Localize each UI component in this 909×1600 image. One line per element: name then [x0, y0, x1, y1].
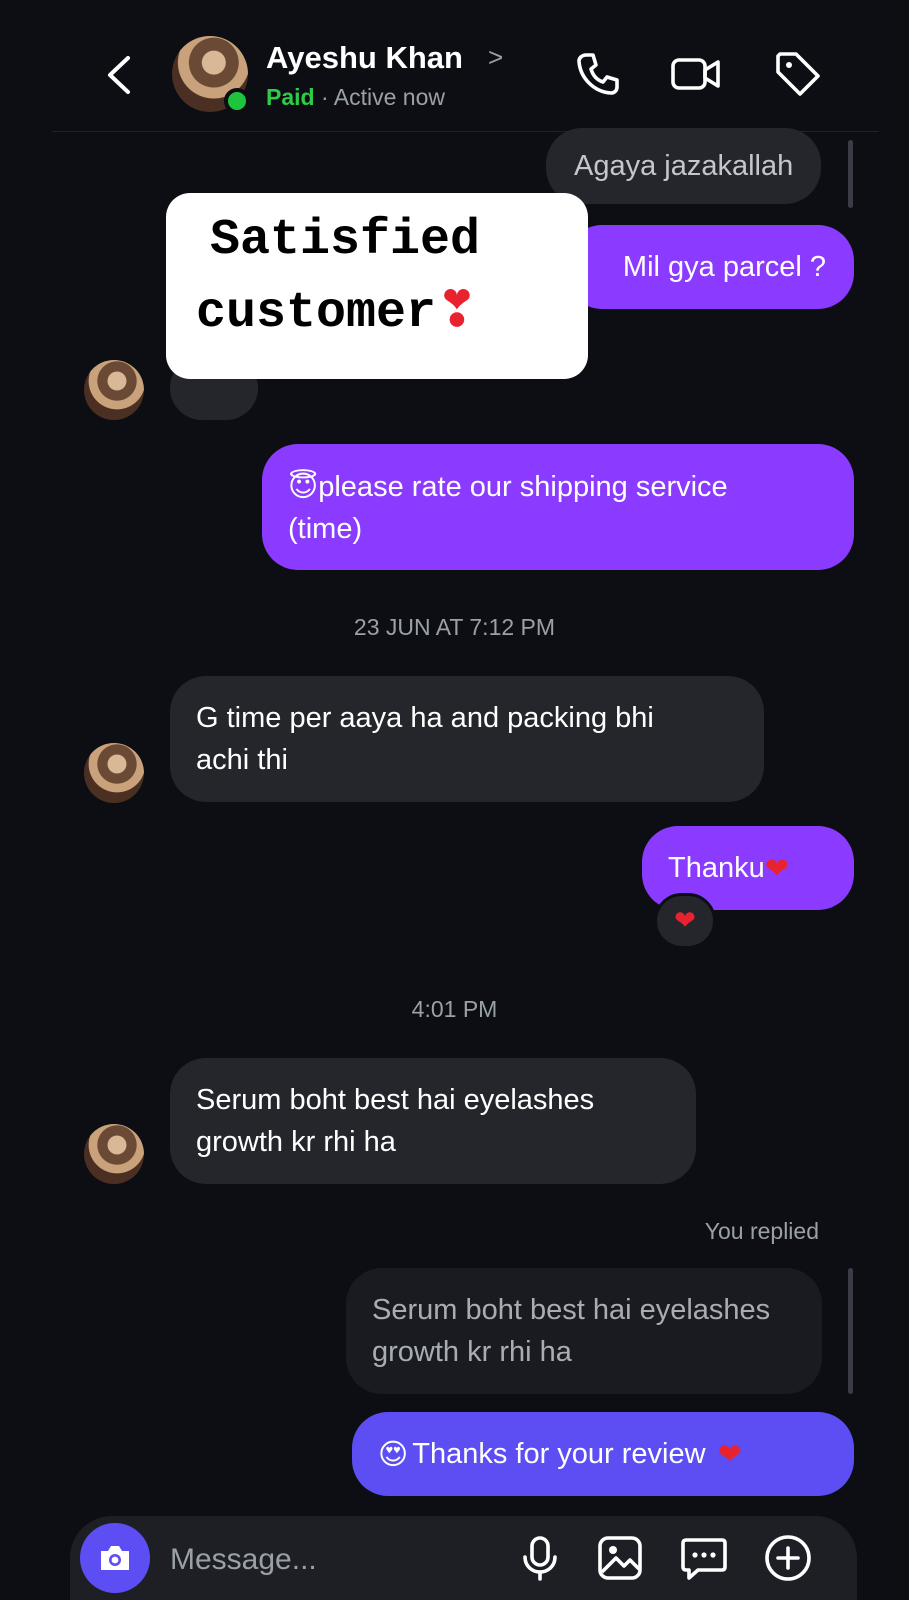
caption-overlay: Satisfied customer❣ [166, 193, 588, 379]
message-incoming[interactable]: Agaya jazakallah [546, 128, 822, 204]
message-outgoing[interactable]: 😍 Thanks for your review ❤ [352, 1412, 854, 1496]
heart-exclamation-icon: ❣ [436, 280, 478, 338]
voice-message-button[interactable] [512, 1530, 568, 1586]
avatar[interactable] [84, 1124, 144, 1184]
microphone-icon [523, 1536, 557, 1581]
activity-status: Active now [333, 84, 445, 110]
image-icon [598, 1536, 642, 1580]
status-separator: · [320, 84, 329, 110]
tag-icon [776, 52, 820, 96]
chat-header: Ayeshu Khan > Paid · Active now [0, 0, 909, 132]
timestamp: 23 JUN AT 7:12 PM [353, 614, 556, 640]
chevron-right-icon[interactable]: > [488, 42, 503, 73]
overlay-line2: customer❣ [196, 275, 588, 348]
avatar[interactable] [84, 743, 144, 803]
add-button[interactable] [760, 1530, 816, 1586]
overlay-line2-text: customer [196, 285, 437, 342]
message-text: growth kr rhi ha [372, 1336, 572, 1368]
plus-circle-icon [765, 1535, 811, 1581]
video-camera-icon [671, 58, 720, 90]
gallery-button[interactable] [592, 1530, 648, 1586]
sticker-button[interactable] [676, 1530, 732, 1586]
message-text: growth kr rhi ha [196, 1126, 396, 1158]
message-text: Agaya jazakallah [574, 150, 794, 182]
message-text: Serum boht best hai eyelashes [196, 1084, 595, 1116]
message-text: G time per aaya ha and packing bhi [196, 702, 654, 734]
video-call-button[interactable] [668, 46, 724, 102]
tag-button[interactable] [770, 46, 826, 102]
overlay-line1: Satisfied [210, 212, 481, 269]
message-line: 😇please rate our shipping service [288, 465, 728, 508]
reply-quote-bar [848, 1268, 853, 1394]
heart-icon: ❤ [674, 906, 696, 936]
message-incoming[interactable]: Serum boht best hai eyelashes growth kr … [170, 1058, 696, 1184]
message-text: please rate our shipping service [318, 470, 728, 503]
message-input[interactable] [170, 1538, 490, 1582]
call-button[interactable] [570, 46, 626, 102]
contact-status: Paid · Active now [266, 84, 445, 111]
timestamp: 4:01 PM [411, 996, 498, 1022]
replied-label: You replied [704, 1218, 819, 1244]
reaction-badge[interactable]: ❤ [654, 893, 716, 949]
camera-button[interactable] [80, 1523, 150, 1593]
message-incoming[interactable]: G time per aaya ha and packing bhi achi … [170, 676, 764, 802]
heart-icon: ❤ [717, 1437, 742, 1471]
scrollbar[interactable] [848, 140, 853, 208]
quoted-message[interactable]: Serum boht best hai eyelashes growth kr … [346, 1268, 822, 1394]
message-text: Thanks for your review [412, 1438, 706, 1470]
chat-bubble-icon [681, 1538, 727, 1580]
chevron-left-icon [108, 56, 130, 94]
message-outgoing[interactable]: Mil gya parcel ? [566, 225, 854, 309]
phone-icon [577, 53, 619, 95]
back-button[interactable] [100, 50, 140, 100]
paid-label: Paid [266, 84, 315, 110]
message-text: Thanku [668, 852, 765, 884]
message-text: achi thi [196, 744, 288, 776]
online-indicator [224, 88, 250, 114]
message-text: (time) [288, 512, 363, 545]
contact-name[interactable]: Ayeshu Khan [266, 40, 463, 76]
smiling-halo-emoji-icon: 😇 [288, 468, 319, 503]
heart-icon: ❤ [764, 851, 790, 885]
message-outgoing[interactable]: 😇please rate our shipping service (time) [262, 444, 854, 570]
avatar[interactable] [84, 360, 144, 420]
message-text: Serum boht best hai eyelashes [372, 1294, 771, 1326]
camera-icon [101, 1546, 129, 1570]
heart-eyes-emoji-icon: 😍 [378, 1437, 409, 1471]
message-text: Mil gya parcel ? [622, 251, 826, 283]
